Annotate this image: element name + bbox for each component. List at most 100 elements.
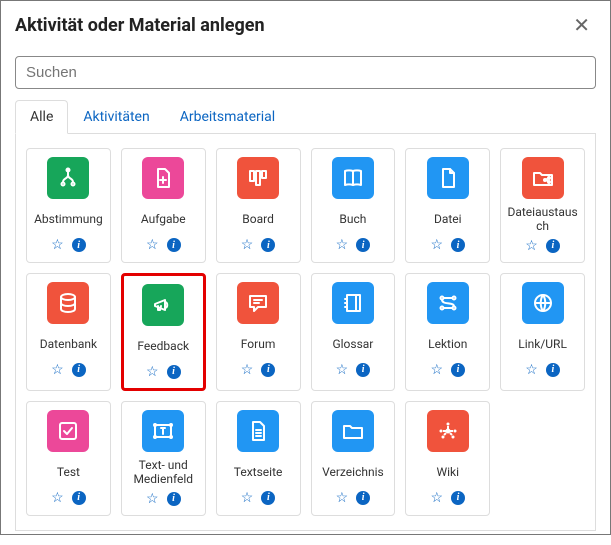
- activity-label: Link/URL: [518, 330, 567, 358]
- tab-bar: AlleAktivitätenArbeitsmaterial: [15, 99, 596, 134]
- activity-meta: ☆i: [241, 362, 276, 378]
- activity-card-forum[interactable]: Forum☆i: [216, 273, 301, 391]
- activity-grid-wrap: Abstimmung☆iAufgabe☆iBoard☆iBuch☆iDatei☆…: [15, 134, 596, 531]
- textbox-icon: [142, 410, 184, 452]
- activity-card-feedback[interactable]: Feedback☆i: [121, 273, 206, 391]
- folder-icon: [332, 410, 374, 452]
- activity-card-verzeichnis[interactable]: Verzeichnis☆i: [311, 401, 396, 516]
- info-icon[interactable]: i: [167, 492, 181, 506]
- activity-meta: ☆i: [336, 237, 371, 253]
- star-icon[interactable]: ☆: [146, 237, 159, 253]
- activity-meta: ☆i: [336, 362, 371, 378]
- activity-label: Aufgabe: [141, 205, 186, 233]
- tab-alle[interactable]: Alle: [15, 100, 68, 134]
- info-icon[interactable]: i: [356, 363, 370, 377]
- close-button[interactable]: ✕: [567, 11, 596, 40]
- database-icon: [47, 282, 89, 324]
- activity-meta: ☆i: [430, 490, 465, 506]
- star-icon[interactable]: ☆: [430, 490, 443, 506]
- activity-card-dateiaustausch[interactable]: Dateiaustausch☆i: [500, 148, 585, 263]
- info-icon[interactable]: i: [72, 491, 86, 505]
- activity-meta: ☆i: [51, 490, 86, 506]
- info-icon[interactable]: i: [261, 363, 275, 377]
- notebook-icon: [332, 282, 374, 324]
- activity-card-test[interactable]: Test☆i: [26, 401, 111, 516]
- star-icon[interactable]: ☆: [241, 237, 254, 253]
- info-icon[interactable]: i: [546, 363, 560, 377]
- activity-label: Verzeichnis: [322, 458, 384, 486]
- info-icon[interactable]: i: [451, 491, 465, 505]
- activity-meta: ☆i: [336, 490, 371, 506]
- close-icon: ✕: [573, 15, 590, 37]
- info-icon[interactable]: i: [451, 238, 465, 252]
- columns-icon: [237, 157, 279, 199]
- tab-arbeitsmaterial[interactable]: Arbeitsmaterial: [165, 100, 290, 134]
- activity-card-glossar[interactable]: Glossar☆i: [311, 273, 396, 391]
- star-icon[interactable]: ☆: [525, 238, 538, 254]
- activity-meta: ☆i: [525, 238, 560, 254]
- activity-label: Feedback: [137, 332, 189, 360]
- info-icon[interactable]: i: [72, 363, 86, 377]
- megaphone-icon: [142, 284, 184, 326]
- star-icon[interactable]: ☆: [336, 490, 349, 506]
- activity-label: Board: [242, 205, 274, 233]
- info-icon[interactable]: i: [261, 491, 275, 505]
- activity-meta: ☆i: [430, 237, 465, 253]
- info-icon[interactable]: i: [356, 238, 370, 252]
- activity-card-aufgabe[interactable]: Aufgabe☆i: [121, 148, 206, 263]
- file-icon: [427, 157, 469, 199]
- activity-meta: ☆i: [430, 362, 465, 378]
- star-icon[interactable]: ☆: [430, 237, 443, 253]
- dialog-header: Aktivität oder Material anlegen ✕: [1, 1, 610, 50]
- activity-card-buch[interactable]: Buch☆i: [311, 148, 396, 263]
- activity-card-board[interactable]: Board☆i: [216, 148, 301, 263]
- tab-aktivitäten[interactable]: Aktivitäten: [68, 100, 164, 134]
- activity-label: Wiki: [436, 458, 459, 486]
- activity-meta: ☆i: [146, 237, 181, 253]
- activity-meta: ☆i: [525, 362, 560, 378]
- star-icon[interactable]: ☆: [146, 364, 159, 380]
- activity-label: Buch: [339, 205, 366, 233]
- search-input[interactable]: [15, 56, 596, 89]
- activity-meta: ☆i: [51, 237, 86, 253]
- activity-chooser-dialog: Aktivität oder Material anlegen ✕ AlleAk…: [0, 0, 611, 535]
- activity-card-datenbank[interactable]: Datenbank ☆ i: [26, 273, 111, 391]
- activity-card-wiki[interactable]: Wiki☆i: [405, 401, 490, 516]
- dialog-body: AlleAktivitätenArbeitsmaterial Abstimmun…: [1, 50, 610, 545]
- star-icon[interactable]: ☆: [525, 362, 538, 378]
- activity-card-link-url[interactable]: Link/URL☆i: [500, 273, 585, 391]
- network-icon: [427, 410, 469, 452]
- info-icon[interactable]: i: [451, 363, 465, 377]
- info-icon[interactable]: i: [167, 238, 181, 252]
- activity-label: Datei: [434, 205, 462, 233]
- activity-label: Text- und Medienfeld: [126, 458, 201, 487]
- activity-card-textseite[interactable]: Textseite☆i: [216, 401, 301, 516]
- star-icon[interactable]: ☆: [336, 237, 349, 253]
- activity-label: Dateiaustausch: [505, 205, 580, 234]
- info-icon[interactable]: i: [72, 238, 86, 252]
- activity-label: Datenbank: [40, 330, 97, 358]
- star-icon[interactable]: ☆: [51, 237, 64, 253]
- activity-label: Glossar: [332, 330, 373, 358]
- star-icon[interactable]: ☆: [430, 362, 443, 378]
- star-icon[interactable]: ☆: [51, 362, 64, 378]
- activity-label: Lektion: [428, 330, 467, 358]
- star-icon[interactable]: ☆: [336, 362, 349, 378]
- activity-card-datei[interactable]: Datei☆i: [405, 148, 490, 263]
- activity-meta: ☆i: [146, 364, 181, 380]
- activity-meta: ☆i: [241, 237, 276, 253]
- activity-card-lektion[interactable]: Lektion☆i: [405, 273, 490, 391]
- check-icon: [47, 410, 89, 452]
- activity-meta: ☆i: [241, 490, 276, 506]
- book-icon: [332, 157, 374, 199]
- activity-card-text-und-medienfeld[interactable]: Text- und Medienfeld ☆ i: [121, 401, 206, 516]
- star-icon[interactable]: ☆: [146, 491, 159, 507]
- info-icon[interactable]: i: [546, 239, 560, 253]
- activity-card-abstimmung[interactable]: Abstimmung☆i: [26, 148, 111, 263]
- info-icon[interactable]: i: [261, 238, 275, 252]
- info-icon[interactable]: i: [167, 365, 181, 379]
- star-icon[interactable]: ☆: [51, 490, 64, 506]
- info-icon[interactable]: i: [356, 491, 370, 505]
- star-icon[interactable]: ☆: [241, 362, 254, 378]
- star-icon[interactable]: ☆: [241, 490, 254, 506]
